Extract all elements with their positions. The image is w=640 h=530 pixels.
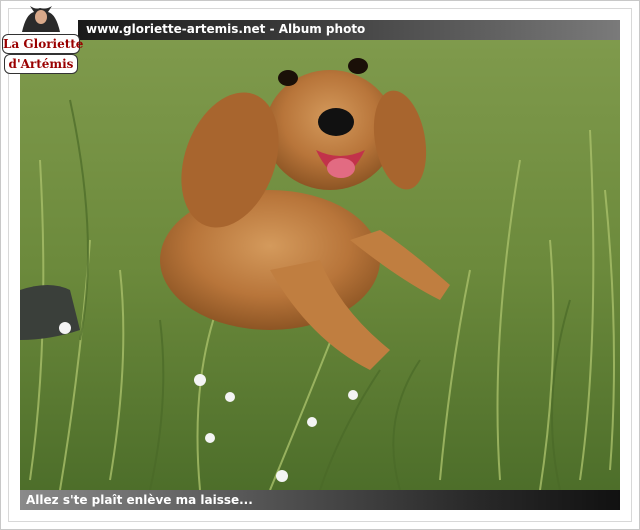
logo-portrait-icon [22,6,60,32]
logo-text-line2: d'Artémis [4,54,78,74]
caption-bar: Allez s'te plaît enlève ma laisse... [20,490,620,510]
album-photo[interactable] [20,40,620,490]
site-logo[interactable]: La Gloriette d'Artémis [2,2,83,74]
photo-illustration [20,40,620,490]
page-title: www.gloriette-artemis.net - Album photo [86,22,366,36]
title-bar: www.gloriette-artemis.net - Album photo [78,20,620,40]
logo-text-line1: La Gloriette [2,34,83,54]
photo-caption: Allez s'te plaît enlève ma laisse... [26,493,253,507]
